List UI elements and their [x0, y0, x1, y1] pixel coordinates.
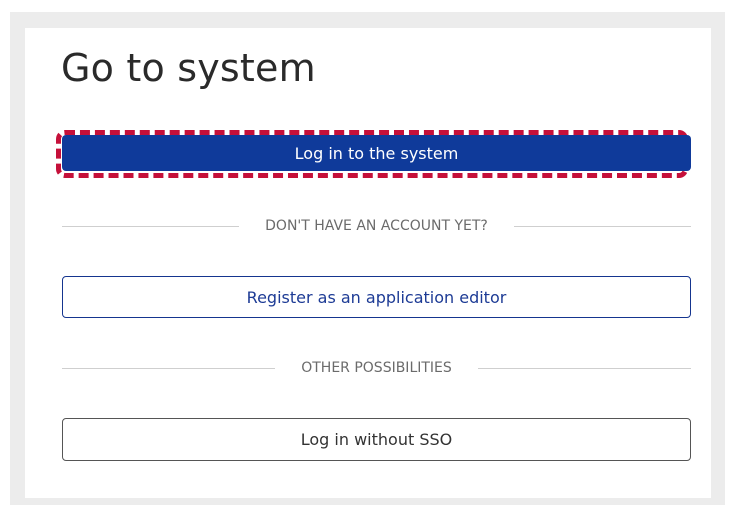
- divider-line-right: [513, 225, 691, 227]
- login-without-sso-button[interactable]: Log in without SSO: [62, 418, 691, 461]
- divider-line-left: [62, 367, 276, 369]
- no-account-label: DON'T HAVE AN ACCOUNT YET?: [265, 218, 488, 234]
- divider-line-left: [62, 225, 240, 227]
- login-button[interactable]: Log in to the system: [62, 135, 691, 171]
- page-title: Go to system: [61, 46, 316, 90]
- divider-line-right: [477, 367, 691, 369]
- login-card: Go to system Log in to the system DON'T …: [25, 28, 711, 498]
- register-editor-button[interactable]: Register as an application editor: [62, 276, 691, 318]
- other-possibilities-divider: OTHER POSSIBILITIES: [62, 358, 691, 378]
- no-account-divider: DON'T HAVE AN ACCOUNT YET?: [62, 216, 691, 236]
- other-possibilities-label: OTHER POSSIBILITIES: [301, 360, 452, 376]
